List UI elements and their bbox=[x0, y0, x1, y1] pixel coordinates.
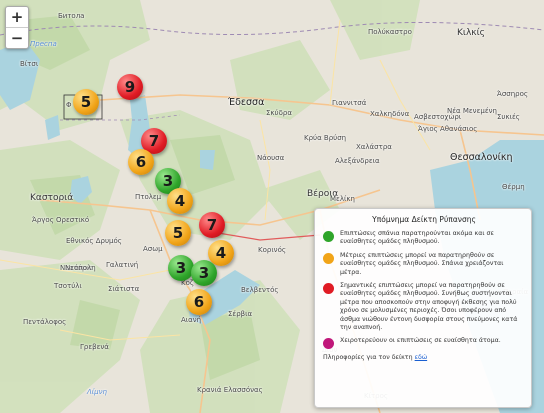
place-label: Γαλατινή bbox=[106, 261, 139, 269]
place-label: Βελβεντός bbox=[241, 286, 279, 294]
pollution-marker-orange[interactable]: 6 bbox=[186, 289, 212, 315]
legend-item-purple: Χειροτερεύουν οι επιπτώσεις σε ευαίσθητα… bbox=[323, 337, 525, 350]
legend-info-link[interactable]: εδώ bbox=[415, 354, 428, 361]
legend-text: Επιπτώσεις σπάνια παρατηρούνται ακόμα κα… bbox=[340, 230, 494, 246]
legend-title: Υπόμνημα Δείκτη Ρύπανσης bbox=[372, 215, 476, 224]
place-label: Θεσσαλονίκη bbox=[450, 152, 513, 163]
place-label: Φ bbox=[66, 101, 72, 109]
legend-text: Σημαντικές επιπτώσεις μπορεί να παρατηρη… bbox=[340, 282, 518, 332]
red-dot-icon bbox=[323, 283, 334, 295]
legend-footer-text: Πληροφορίες για τον δείκτη bbox=[323, 354, 413, 362]
pollution-marker-orange[interactable]: 5 bbox=[73, 89, 99, 115]
legend-panel: Υπόμνημα Δείκτη Ρύπανσης Επιπτώσεις σπάν… bbox=[314, 208, 532, 408]
place-label: Άργος Ορεστικό bbox=[32, 216, 90, 224]
zoom-out-button[interactable]: − bbox=[6, 28, 28, 48]
purple-dot-icon bbox=[323, 338, 334, 350]
pollution-marker-red[interactable]: 9 bbox=[117, 74, 143, 100]
legend-text: Μέτριες επιπτώσεις μπορεί να παρατηρηθού… bbox=[340, 251, 504, 276]
place-label: Πτολεμ bbox=[135, 193, 162, 201]
place-label: Θέρμη bbox=[502, 183, 525, 191]
place-label: Πολύκαστρο bbox=[368, 28, 412, 36]
place-label: Καστοριά bbox=[30, 193, 74, 203]
place-label: Άσσηρος bbox=[497, 90, 528, 98]
place-label: Κρύα Βρύση bbox=[304, 134, 347, 142]
place-label: Преспа bbox=[30, 40, 57, 48]
place-label: Σέρβια bbox=[228, 310, 253, 318]
legend-footer: Πληροφορίες για τον δείκτη εδώ bbox=[323, 354, 525, 361]
pollution-marker-orange[interactable]: 4 bbox=[167, 188, 193, 214]
zoom-control: + − bbox=[5, 6, 29, 49]
place-label: Ασωμ bbox=[143, 245, 163, 253]
legend-item-green: Επιπτώσεις σπάνια παρατηρούνται ακόμα κα… bbox=[323, 230, 525, 247]
pollution-marker-orange[interactable]: 6 bbox=[128, 149, 154, 175]
place-label: Κιλκίς bbox=[457, 28, 485, 38]
legend-item-orange: Μέτριες επιπτώσεις μπορεί να παρατηρηθού… bbox=[323, 252, 525, 277]
place-label: Βίτσι bbox=[20, 60, 39, 68]
pollution-marker-red[interactable]: 7 bbox=[199, 212, 225, 238]
place-label: Νεάπολη bbox=[65, 264, 96, 272]
green-dot-icon bbox=[323, 231, 334, 242]
place-label: Γιαννιτσά bbox=[332, 99, 367, 107]
place-label: Χαλκηδόνα bbox=[370, 110, 410, 118]
place-label: Νάουσα bbox=[257, 154, 285, 162]
place-label: Σκύδρα bbox=[266, 109, 292, 117]
place-label: Αιανή bbox=[181, 316, 202, 324]
place-label: Έδεσσα bbox=[228, 97, 265, 108]
place-label: Γρεβενά bbox=[80, 343, 109, 351]
place-label: Μελίκη bbox=[330, 195, 355, 203]
orange-dot-icon bbox=[323, 252, 334, 264]
place-label: Λίμνη bbox=[87, 388, 107, 396]
place-label: Άγιος Αθανάσιος bbox=[418, 125, 478, 133]
place-label: Εθνικός Δρυμός bbox=[66, 237, 122, 245]
map-view[interactable]: Битола Преспа Φ Πολύκαστρο Κιλκίς Έδεσσα Σκύδρ… bbox=[0, 0, 544, 413]
zoom-in-button[interactable]: + bbox=[6, 7, 28, 28]
legend-text: Χειροτερεύουν οι επιπτώσεις σε ευαίσθητα… bbox=[340, 337, 501, 345]
place-label: Σιάτιστα bbox=[108, 285, 140, 293]
place-label: Νέα Μενεμένη bbox=[447, 107, 497, 115]
place-label: Πεντάλοφος bbox=[23, 318, 67, 326]
place-label: Κορινός bbox=[258, 246, 286, 254]
place-label: Αλεξάνδρεια bbox=[335, 157, 380, 165]
pollution-marker-green[interactable]: 3 bbox=[168, 255, 194, 281]
place-label: Битола bbox=[58, 12, 85, 20]
pollution-marker-green[interactable]: 3 bbox=[191, 260, 217, 286]
legend-item-red: Σημαντικές επιπτώσεις μπορεί να παρατηρη… bbox=[323, 282, 525, 332]
place-label: Χαλάστρα bbox=[356, 143, 392, 151]
place-label: Συκιές bbox=[497, 113, 520, 121]
place-label: Τσοτύλι bbox=[54, 282, 82, 290]
place-label: Κρανιά Ελασσόνας bbox=[197, 386, 263, 394]
pollution-marker-orange[interactable]: 5 bbox=[165, 220, 191, 246]
